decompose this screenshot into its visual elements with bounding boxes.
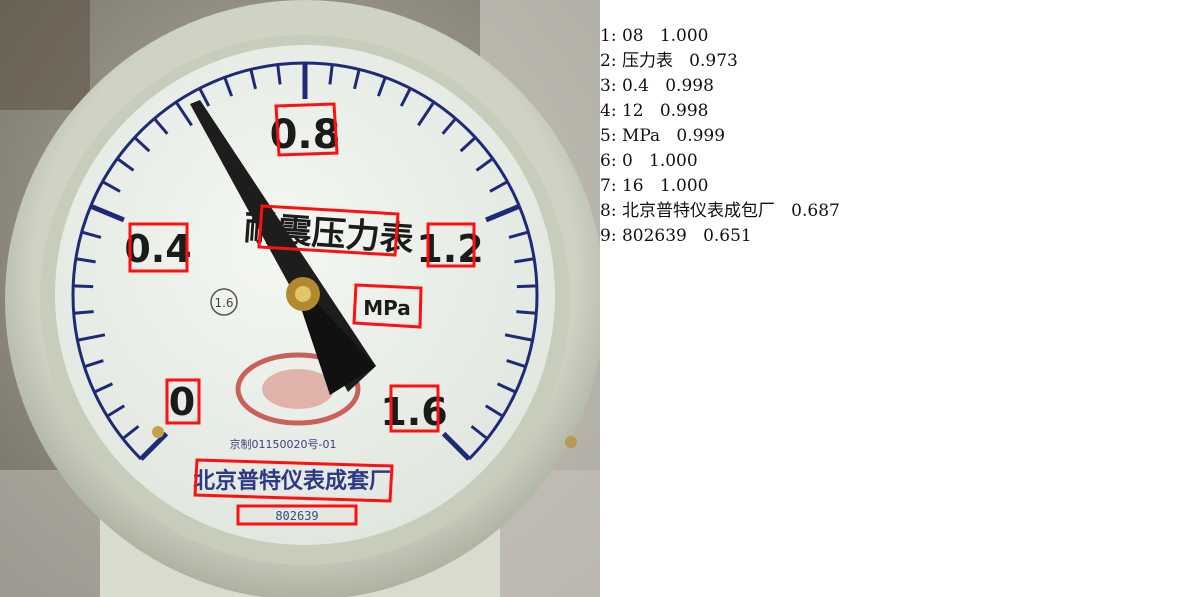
result-text: MPa: [621, 126, 661, 146]
ocr-results-panel: 1: 08 1.000 2: 压力表 0.973 3: 0.4 0.998 4:…: [600, 0, 1200, 597]
result-index: 4:: [600, 101, 617, 121]
scale-tick: [516, 310, 537, 315]
result-index: 1:: [600, 26, 617, 46]
result-score: 0.998: [665, 76, 714, 96]
result-row: 2: 压力表 0.973: [600, 50, 738, 72]
accuracy-class: 1.6: [214, 296, 233, 310]
serial-text: 802639: [275, 509, 318, 523]
dial-unit: MPa: [363, 296, 411, 320]
result-row: 9: 802639 0.651: [600, 225, 752, 247]
gauge-illustration: 0.8 0.4 1.2 0 1.6 耐震压力表 MPa 1.6 京制011500…: [0, 0, 600, 597]
result-row: 5: MPa 0.999: [600, 125, 725, 147]
result-row: 3: 0.4 0.998: [600, 75, 714, 97]
dial-label-0: 0: [169, 380, 195, 424]
factory-seal-center: [262, 369, 334, 409]
result-text: 压力表: [621, 51, 673, 71]
result-score: 1.000: [659, 176, 709, 196]
result-text: 北京普特仪表成包厂: [621, 201, 775, 221]
scale-tick: [73, 284, 94, 289]
result-index: 3:: [600, 76, 617, 96]
result-index: 7:: [600, 176, 617, 196]
result-score: 0.999: [676, 126, 726, 146]
result-text: 08: [621, 26, 644, 46]
result-index: 6:: [600, 151, 617, 171]
maker-text: 北京普特仪表成套厂: [193, 468, 391, 494]
dial-label-04: 0.4: [124, 227, 191, 271]
result-index: 8:: [600, 201, 617, 221]
result-text: 0.4: [621, 76, 649, 96]
needle-hub-cap: [295, 286, 311, 302]
result-index: 5:: [600, 126, 617, 146]
result-score: 1.000: [659, 26, 709, 46]
stop-pin-left: [152, 426, 164, 438]
scale-tick: [516, 284, 537, 289]
result-row: 6: 0 1.000: [600, 150, 698, 172]
gauge-photo: 0.8 0.4 1.2 0 1.6 耐震压力表 MPa 1.6 京制011500…: [0, 0, 600, 597]
result-score: 0.998: [659, 101, 709, 121]
result-text: 12: [621, 101, 644, 121]
scale-tick: [73, 310, 94, 315]
result-score: 0.973: [689, 51, 738, 71]
result-index: 2:: [600, 51, 617, 71]
pipe-shadow: [0, 0, 90, 110]
result-row: 1: 08 1.000: [600, 25, 708, 47]
result-score: 0.687: [791, 201, 840, 221]
result-text: 16: [621, 176, 644, 196]
result-row: 4: 12 0.998: [600, 100, 708, 122]
result-text: 0: [621, 151, 633, 171]
result-row: 7: 16 1.000: [600, 175, 708, 197]
result-text: 802639: [621, 226, 687, 246]
result-index: 9:: [600, 226, 617, 246]
bezel-screw-right: [565, 436, 577, 448]
result-row: 8: 北京普特仪表成包厂 0.687: [600, 200, 840, 222]
result-score: 0.651: [703, 226, 752, 246]
cert-text: 京制01150020号-01: [230, 437, 337, 451]
result-score: 1.000: [649, 151, 698, 171]
